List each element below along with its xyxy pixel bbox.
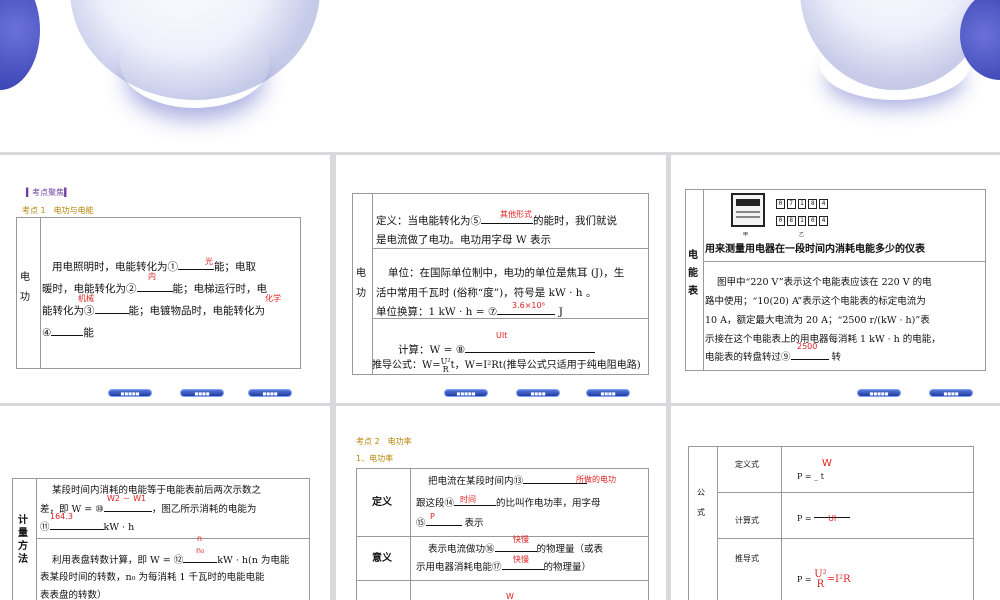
label-yi: 乙: [799, 232, 805, 238]
row-label: 电 功: [356, 268, 366, 299]
table-row-divider-1: [356, 536, 649, 537]
slide-thumbnail-5[interactable]: 考点 2 电功率 1．电功率 定义 所做的电功 把电流在某段时间内⑬ 时间 跟这…: [336, 406, 666, 600]
paragraph-line-1: 用电照明时，电能转化为① 能；电取: [52, 256, 302, 278]
table-divider-2: [781, 446, 782, 600]
method-line-1: 某段时间内消耗的电能等于电能表前后两次示数之: [52, 485, 262, 496]
nav-button-2[interactable]: ■■■■: [929, 389, 973, 397]
row-label-definition: 定义式: [735, 460, 759, 469]
side-label: 公 式: [697, 488, 705, 517]
topic-title: 考点 1 电功与电能: [22, 206, 94, 215]
table-row-divider: [36, 538, 310, 539]
row-label-definition: 定义: [372, 497, 392, 508]
nav-button-1[interactable]: ■■■■■: [444, 389, 488, 397]
method-line-4: 利用表盘转数计算，即 W = ⑫ kW · h(n 为电能: [52, 551, 308, 570]
row-label: 电 能 表: [688, 250, 698, 297]
method-line-5: 表某段时间的转数，n₀ 为每消耗 1 千瓦时的电能电能: [40, 572, 265, 583]
decorative-orb-left-edge: [0, 0, 40, 90]
formula-definition: P = _ t: [797, 472, 824, 481]
slide-thumbnail-4[interactable]: 计 量 方 法 某段时间内消耗的电能等于电能表前后两次示数之 W2 － W1 差…: [0, 406, 330, 600]
row-label-meaning: 意义: [372, 553, 392, 564]
nav-button-3[interactable]: ■■■■: [586, 389, 630, 397]
table-divider-1: [717, 446, 718, 600]
definition-line-2: 是电流做了电功。电功用字母 W 表示: [376, 234, 551, 246]
formula-calculation: P = UI: [797, 508, 851, 530]
slide-thumbnail-1[interactable]: ▍考点聚焦▍ 考点 1 电功与电能 电 功 光 内 机械 化学 用电照明时，电能…: [0, 155, 330, 403]
table-divider: [40, 217, 41, 369]
nav-button-2[interactable]: ■■■■: [180, 389, 224, 397]
meter-reading-bottom: 08104: [776, 216, 828, 226]
answer-12-top: n: [197, 534, 203, 543]
row-label: 电 功: [20, 272, 30, 303]
definition-line-3: ⑮ 表示: [416, 514, 648, 534]
table-row-divider-2: [356, 580, 649, 581]
topic-title: 考点 2 电功率: [356, 437, 412, 446]
section-header: ▍考点聚焦▍: [26, 188, 71, 197]
table-row-divider-2: [717, 538, 974, 539]
method-line-3: ⑪ kW · h: [40, 518, 308, 537]
unit-line-1: 单位：在国际单位制中，电功的单位是焦耳 (J)，生: [388, 267, 625, 279]
meter-desc-2: 路中使用；“10(20) A”表示这个电能表的标定电流为: [705, 296, 926, 307]
derive-line: 推导公式：W=U² Rt，W=I²Rt(推导公式只适用于纯电阻电路): [372, 356, 641, 374]
paragraph-line-2: 暖时，电能转化为② 能；电梯运行时，电: [42, 278, 302, 300]
meaning-line-1: 表示电流做功⑯ 的物理量（或表: [428, 540, 648, 560]
paragraph-line-3: 能转化为③ 能；电镀物品时，电能转化为: [42, 300, 302, 322]
table-row-divider: [703, 261, 986, 262]
table-divider: [372, 193, 373, 375]
nav-button-2[interactable]: ■■■■: [516, 389, 560, 397]
meter-desc-3: 10 A，额定最大电流为 20 A；“2500 r/(kW · h)”表: [705, 315, 930, 326]
formula-derived: P = U² R =I²R: [797, 569, 851, 590]
subtopic-title: 1．电功率: [356, 454, 394, 463]
meter-desc-5: 电能表的转盘转过⑨ 转: [705, 348, 985, 367]
nav-button-1[interactable]: ■■■■■: [857, 389, 901, 397]
table-divider: [703, 189, 704, 371]
definition-line-2: 跟这段⑭ 的比叫作电功率，用字母: [416, 494, 648, 514]
row-label-derived: 推导式: [735, 554, 759, 563]
method-line-2: 差，即 W = ⑩ ，图乙所示消耗的电能为: [40, 500, 308, 519]
nav-button-1[interactable]: ■■■■■: [108, 389, 152, 397]
meter-reading-top: 07184: [776, 199, 828, 209]
meter-desc-4: 示接在这个电能表上的用电器每消耗 1 kW · h 的电能，: [705, 334, 941, 345]
row-label-calculation: 计算式: [735, 516, 759, 525]
slide-thumbnail-3[interactable]: 电 能 表 07184 08104 甲 乙 用来测量用电器在一段时间内消耗电能多…: [671, 155, 1000, 403]
top-banner: [0, 0, 1000, 152]
method-line-6: 表表盘的转数）: [40, 590, 107, 600]
meaning-line-2: 示用电器消耗电能⑰ 的物理量）: [416, 558, 648, 578]
definition-line-1: 把电流在某段时间内⑬: [428, 472, 648, 492]
row-label: 计 量 方 法: [18, 515, 28, 565]
decorative-orb-right-shadow: [820, 30, 970, 100]
slide-thumbnail-2[interactable]: 电 功 其他形式 定义：当电能转化为⑤ 的能时，我们就说 是电流做了电功。电功用字…: [336, 155, 666, 403]
answer-bottom: W: [506, 592, 514, 600]
slide-thumbnail-6[interactable]: 公 式 定义式 W P = _ t 计算式 P = UI 推导式 P = U² R…: [671, 406, 1000, 600]
decorative-orb-left-shadow: [120, 18, 270, 108]
nav-button-3[interactable]: ■■■■: [248, 389, 292, 397]
meter-purpose: 用来测量用电器在一段时间内消耗电能多少的仪表: [705, 244, 925, 255]
paragraph-line-4: ④能: [42, 322, 302, 344]
meter-desc-1: 图甲中“220 V”表示这个电能表应该在 220 V 的电: [717, 277, 932, 288]
meter-illustration-jia: [731, 193, 765, 227]
table-row-divider-1: [717, 492, 974, 493]
table-divider: [36, 478, 37, 600]
unit-line-3: 单位换算：1 kW · h = ⑦ J: [376, 301, 648, 323]
label-jia: 甲: [743, 232, 749, 238]
